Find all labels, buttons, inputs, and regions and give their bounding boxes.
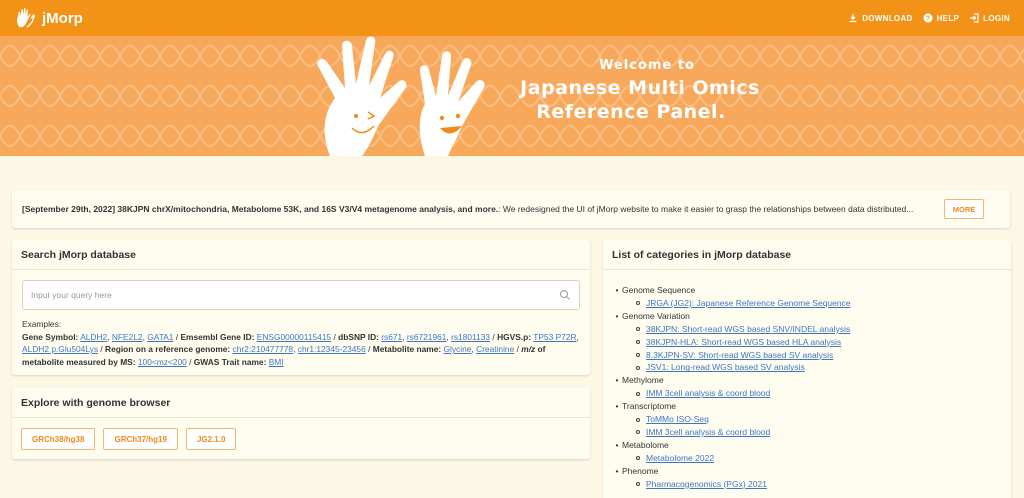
ensembl-label: Emsembl Gene ID:: [180, 331, 255, 342]
category-item: • Methylome: [615, 375, 664, 386]
hands-illustration: [317, 36, 485, 156]
category-item: • Genome Variation: [615, 310, 690, 321]
genome-browser-title: Explore with genome browser: [12, 388, 590, 418]
hgvs-label: HGVS.p:: [497, 331, 532, 342]
dbsnp-label: dbSNP ID:: [338, 331, 379, 342]
hand-logo-icon: [17, 8, 35, 28]
login-icon: [970, 13, 979, 23]
help-link[interactable]: ? HELP: [923, 13, 960, 23]
category-subitem[interactable]: JSV1: Long-read WGS based SV analysis: [612, 361, 1011, 374]
examples-label: Examples:: [22, 319, 62, 329]
category-subitem[interactable]: 38KJPN-HLA: Short-read WGS based HLA ana…: [612, 336, 1011, 349]
category-subitem[interactable]: IMM 3cell analysis & coord blood: [612, 387, 1011, 400]
search-card: Search jMorp database Input your query h…: [12, 240, 590, 375]
region-label: Region on a reference genome:: [105, 344, 231, 355]
top-app-bar: jMorp DOWNLOAD ? HELP LOGIN: [0, 0, 1024, 36]
metabolite-label: Metabolite name:: [372, 344, 442, 355]
news-notice: [September 29th, 2022] 38KJPN chrX/mitoc…: [12, 190, 1010, 228]
search-icon[interactable]: [559, 289, 571, 301]
download-link[interactable]: DOWNLOAD: [848, 13, 912, 23]
categories-list: • Genome Sequence JRGA (JG2): Japanese Re…: [603, 270, 1011, 491]
notice-text: [September 29th, 2022] 38KJPN chrX/mitoc…: [22, 204, 922, 214]
category-item: • Phenome: [615, 465, 659, 476]
category-subitem[interactable]: 38KJPN: Short-read WGS based SNV/INDEL a…: [612, 323, 1011, 336]
category-subitem[interactable]: ToMMo ISO-Seq: [612, 413, 1011, 426]
jg2-button[interactable]: JG2.1.0: [185, 428, 237, 450]
brand-logo[interactable]: jMorp: [14, 7, 83, 29]
svg-text:?: ?: [925, 16, 930, 23]
top-nav: DOWNLOAD ? HELP LOGIN: [848, 13, 1010, 23]
help-icon: ?: [923, 13, 933, 23]
example-link-gene[interactable]: NFE2L2: [112, 332, 143, 342]
notice-headline: [September 29th, 2022] 38KJPN chrX/mitoc…: [22, 204, 499, 214]
search-placeholder: Input your query here: [31, 290, 112, 300]
brand-name: jMorp: [42, 9, 83, 27]
welcome-line-2: Japanese Multi Omics: [520, 77, 760, 99]
example-link-mz[interactable]: 100<mz<200: [138, 357, 187, 367]
category-subitem[interactable]: IMM 3cell analysis & coord blood: [612, 426, 1011, 439]
example-link-region[interactable]: chr1:12345-23456: [298, 344, 366, 354]
genome-browser-buttons: GRCh38/hg38 GRCh37/hg19 JG2.1.0: [12, 418, 590, 460]
category-subitem[interactable]: JRGA (JG2): Japanese Reference Genome Se…: [612, 297, 1011, 310]
search-input[interactable]: Input your query here: [22, 280, 580, 310]
example-link-gwas[interactable]: BMI: [269, 357, 284, 367]
example-link-gene[interactable]: GATA1: [147, 332, 173, 342]
example-link-region[interactable]: chr2:210477778: [233, 344, 294, 354]
hero-banner: Welcome to Japanese Multi Omics Referenc…: [0, 36, 1024, 156]
categories-title: List of categories in jMorp database: [603, 240, 1011, 270]
category-item: • Genome Sequence: [615, 285, 696, 295]
grch37-button[interactable]: GRCh37/hg19: [103, 428, 178, 450]
dna-pattern-background: [0, 36, 1024, 156]
category-item: • Metabolome: [615, 439, 669, 450]
example-link-metabolite[interactable]: Glycine: [443, 344, 471, 354]
notice-body: : We redesigned the UI of jMorp website …: [498, 204, 914, 214]
login-link[interactable]: LOGIN: [969, 13, 1010, 23]
category-subitem[interactable]: 8.3KJPN-SV: Short-read WGS based SV anal…: [612, 349, 1011, 362]
category-subitem[interactable]: Pharmacogenomics (PGx) 2021: [612, 478, 1011, 491]
example-link-hgvs[interactable]: ALDH2 p.Glu504Lys: [22, 344, 98, 354]
category-item: • Transcriptome: [615, 401, 677, 412]
gene-symbol-label: Gene Symbol:: [22, 331, 79, 342]
grch38-button[interactable]: GRCh38/hg38: [21, 428, 96, 450]
search-card-title: Search jMorp database: [12, 240, 590, 270]
download-label: DOWNLOAD: [862, 13, 913, 23]
mz-label: m/z: [521, 344, 536, 355]
example-link-metabolite[interactable]: Creatinine: [476, 344, 514, 354]
help-label: HELP: [936, 13, 960, 23]
more-button[interactable]: MORE: [944, 199, 984, 219]
example-link-dbsnp[interactable]: rs6721961: [407, 332, 447, 342]
genome-browser-card: Explore with genome browser GRCh38/hg38 …: [12, 388, 590, 459]
download-icon: [849, 14, 857, 23]
welcome-title: Welcome to Japanese Multi Omics Referenc…: [520, 58, 760, 123]
category-subitem[interactable]: Metabolome 2022: [612, 452, 1011, 465]
login-label: LOGIN: [983, 13, 1010, 23]
search-examples: Examples: Gene Symbol: ALDH2, NFE2L2, GA…: [22, 318, 582, 368]
examples-body: Gene Symbol: ALDH2, NFE2L2, GATA1 / Emse…: [22, 331, 579, 367]
example-link-dbsnp[interactable]: rs1801133: [451, 332, 490, 342]
welcome-line-1: Welcome to: [599, 58, 695, 73]
example-link-ensembl[interactable]: ENSG00000115415: [257, 332, 331, 342]
gwas-label: GWAS Trait name:: [193, 356, 267, 367]
welcome-line-3: Reference Panel.: [536, 101, 726, 123]
example-link-hgvs[interactable]: TP53 P72R: [533, 332, 576, 342]
categories-card: List of categories in jMorp database • Ge…: [603, 240, 1011, 498]
example-link-gene[interactable]: ALDH2: [80, 332, 107, 342]
example-link-dbsnp[interactable]: rs671: [381, 332, 402, 342]
